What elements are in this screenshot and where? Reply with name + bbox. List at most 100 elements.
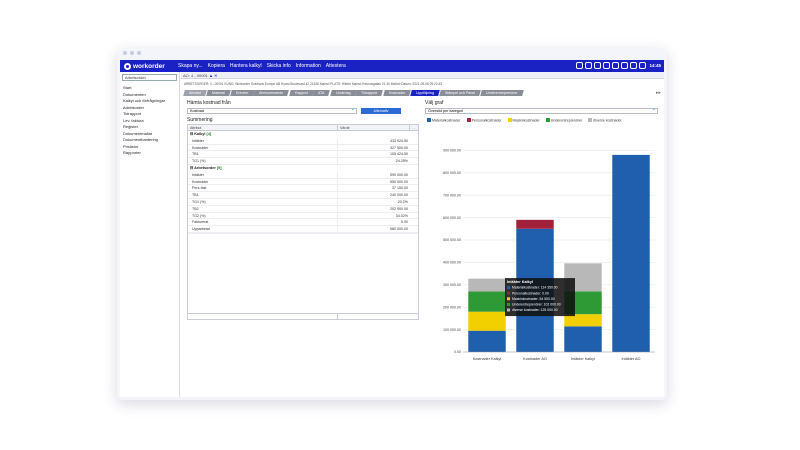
alternative-button[interactable]: Alternativ <box>361 107 401 114</box>
info-line: ARBETSORDER: 4 - 00001 KUND: Workorder S… <box>184 82 443 86</box>
chart-type-select[interactable]: Översikt per kategori ⌄ <box>425 106 658 114</box>
grid-footer <box>188 312 418 319</box>
legend-swatch <box>507 118 512 122</box>
tab-timereport[interactable]: Tidrapport <box>355 90 384 96</box>
menu-item-new[interactable]: Skapa ny... <box>178 63 203 69</box>
y-tick-label: 0.00 <box>454 350 461 354</box>
summary-panel: Hämta kostnad från Kostnad ⌄ Alternativ S… <box>187 100 419 320</box>
legend-item[interactable]: Underentreprenörer <box>545 118 582 123</box>
bar-segment[interactable] <box>468 330 506 352</box>
table-row[interactable]: TB1 105 424.50 <box>188 151 418 159</box>
legend-item[interactable]: Personalkostnader <box>466 118 502 123</box>
y-tick-label: 700 000.00 <box>443 193 461 197</box>
x-tick-label: Kostnader Kalkyl <box>473 357 502 361</box>
tooltip-swatch <box>507 307 510 311</box>
legend-swatch <box>545 118 550 122</box>
menu-item-copy[interactable]: Kopiera <box>208 63 225 69</box>
tab-scroll-icon[interactable]: ▸▸ <box>656 90 661 96</box>
table-row[interactable]: TG1 (%) 24.25% <box>188 158 418 165</box>
legend-item[interactable]: Maskinkostnader <box>507 118 540 123</box>
tab-upcoming[interactable]: Alerkommande <box>253 90 290 96</box>
menu-item-send[interactable]: Skicka info <box>267 63 291 69</box>
group-kalkyl[interactable]: ⊟ Kalkyl [4] <box>188 131 418 138</box>
tooltip-swatch <box>507 296 510 300</box>
main-menu: Skapa ny... Kopiera Hantera kalkyl Skick… <box>178 63 346 69</box>
tooltip-swatch <box>507 291 510 295</box>
list-icon[interactable] <box>603 62 610 69</box>
chart-legend: Materialkostnader Personalkostnader Mask… <box>425 118 660 123</box>
user-icon[interactable] <box>621 62 628 69</box>
search-input[interactable]: Arbetsorder <box>122 74 177 81</box>
menu-item-attest[interactable]: Attestera <box>326 63 346 69</box>
y-tick-label: 300 000.00 <box>443 283 461 287</box>
table-row[interactable]: Kostnader 327 500.00 <box>188 144 418 152</box>
subtabs: Allmänt Material Enheter Alerkommande Ra… <box>183 90 524 96</box>
tab-units[interactable]: Enheter <box>229 90 255 96</box>
table-row[interactable]: TG1 (%) 20.2% <box>188 198 418 206</box>
table-row[interactable]: Intäkter 433 924.50 <box>188 137 418 145</box>
bar-segment[interactable] <box>468 278 506 292</box>
table-row[interactable]: Upparbetat 580 000.00 <box>188 226 418 233</box>
tab-general[interactable]: Allmänt <box>183 90 207 96</box>
menu-item-calc[interactable]: Hantera kalkyl <box>230 63 262 69</box>
bar-segment[interactable] <box>516 219 554 229</box>
cost-source-select[interactable]: Kostnad ⌄ <box>187 105 357 114</box>
tooltip-line: Personalkostnader: 0.00 <box>512 291 549 295</box>
tab-costs[interactable]: Kostnader <box>382 90 411 96</box>
tab-subcontractors[interactable]: Underentreprenörer <box>480 90 524 96</box>
tooltip-swatch <box>507 302 510 306</box>
help-icon[interactable] <box>630 62 637 69</box>
group-arbetsorder[interactable]: ⊟ Arbetsorder [9] <box>188 165 418 172</box>
table-row[interactable]: Kostnader 550 000.00 <box>188 178 418 186</box>
bar-segment[interactable] <box>468 291 506 312</box>
tab-basis[interactable]: Underlag <box>330 90 357 96</box>
top-bar: workorder Skapa ny... Kopiera Hantera ka… <box>120 60 664 72</box>
y-tick-label: 400 000.00 <box>443 260 461 264</box>
tab-ata[interactable]: ATA <box>312 90 331 96</box>
table-row[interactable]: Pers-fast 37 150.00 <box>188 185 418 193</box>
tab-report[interactable]: Rapport <box>288 90 314 96</box>
y-tick-label: 200 000.00 <box>443 305 461 309</box>
table-row[interactable]: Fakturerat 0.00 <box>188 219 418 227</box>
column-menu-icon[interactable]: ··· <box>410 125 418 130</box>
logo[interactable]: workorder <box>120 62 178 70</box>
legend-item[interactable]: Materialkostnader <box>427 118 461 123</box>
chart-label: Välj graf <box>425 100 444 106</box>
tab-close-icon[interactable]: ▲ ✕ <box>209 73 217 78</box>
chevron-down-icon: ⌄ <box>350 105 355 112</box>
y-tick-label: 800 000.00 <box>443 171 461 175</box>
app: workorder Skapa ny... Kopiera Hantera ka… <box>120 60 664 397</box>
print-icon[interactable] <box>585 62 592 69</box>
table-row[interactable]: TG2 (%) 34.02% <box>188 212 418 220</box>
y-tick-label: 600 000.00 <box>443 215 461 219</box>
menu-item-info[interactable]: Information <box>296 63 321 69</box>
sidebar-item-reports[interactable]: Rapporter <box>120 150 179 157</box>
stacked-bar-chart: 0.00 100 000.00 200 000.00 300 000.00 400 00… <box>443 148 655 361</box>
tab-stamp-panel[interactable]: Stämpel och Panel <box>439 90 482 96</box>
sidebar: Arbetsorder Start Dokumenten Kalkyl och … <box>120 72 180 397</box>
tooltip-line: Underentreprenörer: 102 000.00 <box>512 302 561 306</box>
chevron-down-icon: ⌄ <box>651 106 656 112</box>
tab-workorder[interactable]: AO: 4 - 00001 <box>183 73 208 78</box>
y-tick-label: 500 000.00 <box>443 238 461 242</box>
column-header-attribute[interactable]: Attribut <box>188 125 338 130</box>
home-icon[interactable] <box>576 62 583 69</box>
settings-icon[interactable] <box>639 62 646 69</box>
legend-swatch <box>466 118 471 122</box>
x-tick-label: Kostnader AO <box>523 357 547 361</box>
table-row[interactable]: Intäkter 590 000.00 <box>188 171 418 179</box>
tooltip-title: Intäkter Kalkyl <box>507 280 533 284</box>
column-header-value[interactable]: Värde <box>338 125 410 130</box>
summary-grid: Attribut Värde ··· ⊟ Kalkyl [4] Intäkter… <box>187 124 419 320</box>
chat-icon[interactable] <box>612 62 619 69</box>
legend-item[interactable]: diverse kostnader <box>588 118 622 123</box>
calendar-icon[interactable] <box>594 62 601 69</box>
tab-followup[interactable]: Uppföljning <box>410 90 440 96</box>
bar-segment[interactable] <box>564 325 602 352</box>
table-row[interactable]: TB1 240 000.00 <box>188 192 418 199</box>
bar-segment[interactable] <box>612 154 650 352</box>
bar-segment[interactable] <box>468 311 506 331</box>
grid-empty-area <box>188 232 418 313</box>
table-row[interactable]: TB2 202 900.00 <box>188 205 418 213</box>
tab-material[interactable]: Material <box>206 90 231 96</box>
